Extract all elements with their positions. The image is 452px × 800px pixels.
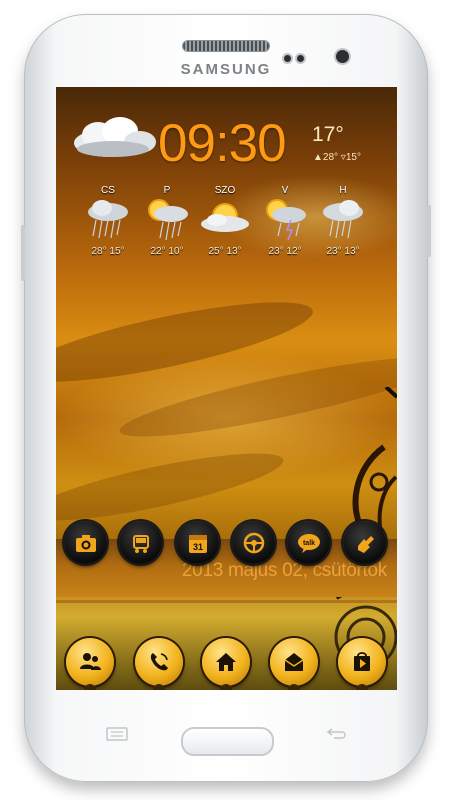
sun-rain-icon <box>148 199 188 241</box>
gesture-app-icon[interactable] <box>343 521 386 564</box>
back-key-icon[interactable] <box>326 726 348 740</box>
power-button[interactable] <box>427 205 431 257</box>
forecast-day-name: CS <box>101 185 115 196</box>
forecast-day-name: SZO <box>214 185 236 196</box>
steering-wheel-icon <box>243 532 264 553</box>
play-store-icon <box>354 652 370 671</box>
cloudy-icon <box>74 117 156 157</box>
forecast-day-name: V <box>281 185 289 196</box>
phone-button[interactable] <box>135 638 183 686</box>
forecast-temps: 23° 12° <box>268 246 302 257</box>
forecast-temps: 25° 13° <box>208 246 242 257</box>
temperature-range: ▲28° ▿15° <box>313 152 361 163</box>
phone-icon <box>150 653 168 671</box>
home-button[interactable] <box>202 638 250 686</box>
forecast-day: CS 28° 15° <box>79 185 137 257</box>
calendar-icon: 31 <box>188 534 207 553</box>
date-label[interactable]: 2013 május 02, csütörtök <box>182 560 387 582</box>
forecast-day-name: P <box>163 185 171 196</box>
forecast-day: SZO 25° 13° <box>196 185 254 257</box>
home-screen: 09:30 17° ▲28° ▿15° CS 28° 15° P 22° 10°… <box>56 87 397 690</box>
clock-time[interactable]: 09:30 <box>158 113 287 174</box>
calendar-app-icon[interactable]: 31 <box>176 521 219 564</box>
mail-button[interactable] <box>270 638 318 686</box>
talk-label: talk <box>302 540 314 547</box>
home-icon <box>216 653 236 671</box>
calendar-day-number: 31 <box>192 542 202 552</box>
home-hardware-button[interactable] <box>181 727 274 756</box>
navigation-app-icon[interactable] <box>232 521 275 564</box>
mail-icon <box>284 653 304 671</box>
menu-key-icon[interactable] <box>106 727 128 741</box>
car-app-icon[interactable] <box>119 521 162 564</box>
contacts-button[interactable] <box>66 638 114 686</box>
forecast-temps: 28° 15° <box>91 246 125 257</box>
forecast-day: H 23° 13° <box>314 185 372 257</box>
brand-logo: SAMSUNG <box>180 61 272 78</box>
camera-icon <box>75 534 96 552</box>
talk-app-icon[interactable]: talk <box>287 521 330 564</box>
current-temperature: 17° <box>312 123 344 146</box>
hand-tap-icon <box>357 535 374 553</box>
earpiece-speaker <box>183 41 269 51</box>
forecast-day-name: H <box>339 185 347 196</box>
forecast-day: V 23° 12° <box>256 185 314 257</box>
rain-cloud-icon <box>88 200 128 239</box>
camera-app-icon[interactable] <box>64 521 107 564</box>
rain-cloud-icon <box>323 200 363 239</box>
sun-cloud-icon <box>201 203 249 232</box>
forecast-temps: 23° 13° <box>326 246 360 257</box>
play-store-button[interactable] <box>338 638 386 686</box>
forecast-temps: 22° 10° <box>150 246 184 257</box>
forecast-day: P 22° 10° <box>138 185 196 257</box>
contacts-icon <box>80 653 101 670</box>
talk-icon: talk <box>297 533 320 553</box>
sun-storm-icon <box>266 199 306 241</box>
volume-button[interactable] <box>21 225 25 281</box>
car-icon <box>132 534 149 553</box>
